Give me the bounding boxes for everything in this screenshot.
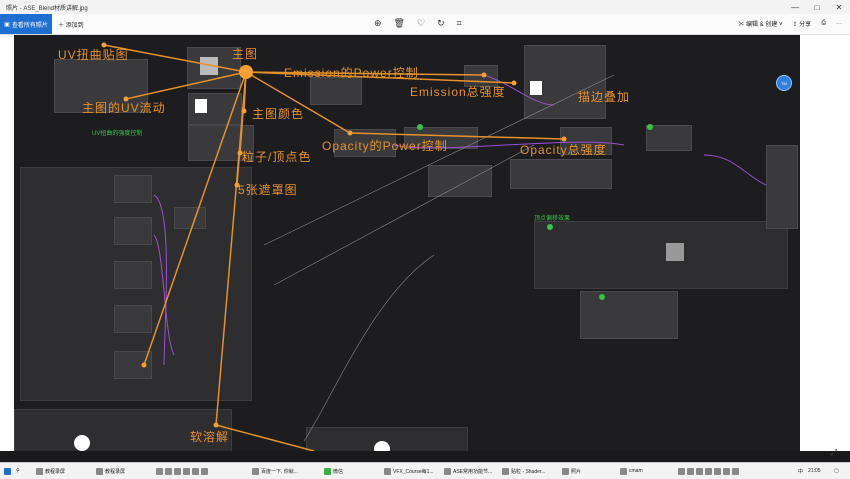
add-to-label: 添加到 (65, 23, 84, 29)
pinned-apps (156, 466, 208, 476)
right-tools: ✂ 编辑 & 创建 ˅ ⇪ 分享 ⎙ ··· (738, 19, 842, 28)
pointer-opacity-power (245, 71, 351, 134)
add-to-button[interactable]: ＋ 添加到 (58, 20, 84, 29)
share-button[interactable]: ⇪ 分享 (792, 19, 811, 28)
edit-create-button[interactable]: ✂ 编辑 & 创建 ˅ (738, 19, 782, 28)
more-button[interactable]: ··· (836, 21, 842, 27)
app-icon[interactable] (174, 467, 181, 475)
zoom-icon[interactable]: ⊕ (374, 18, 382, 29)
annotation-main-color: 主图颜色 (252, 107, 305, 121)
image-tools: ⊕ 🗑 ♡ ↻ ⌗ (374, 18, 462, 29)
taskbar-item-label: ASE常用功能节... (453, 468, 493, 475)
taskbar-item-label: 教程录屏 (105, 468, 126, 475)
taskbar-item-label: 教程录屏 (45, 468, 66, 475)
annotation-five-masks: 5张遮罩图 (238, 183, 298, 197)
clock[interactable]: 21:05 (808, 466, 821, 476)
windows-taskbar: ⚲ 教程录屏 教程录屏 百度一下, 你就... 微信 VFX_Course每1.… (0, 462, 850, 479)
taskbar-item-label: cmam (629, 468, 643, 474)
taskbar-item[interactable]: VFX_Course每1... (384, 466, 434, 476)
taskbar-item-label: 贴粒 - Shader... (511, 468, 546, 475)
rotate-icon[interactable]: ↻ (437, 18, 445, 29)
tray-icon[interactable] (732, 467, 739, 475)
notification-icon[interactable]: ▢ (834, 466, 839, 476)
view-all-label: 查看所有照片 (11, 22, 48, 29)
user-avatar-icon: TM (776, 75, 792, 91)
expand-icon[interactable]: ⤢ (830, 447, 837, 458)
view-all-photos-button[interactable]: ▣ 查看所有照片 (0, 14, 52, 34)
taskbar-item[interactable]: cmam (620, 466, 643, 476)
start-button[interactable] (4, 466, 11, 476)
tray-icon[interactable] (678, 467, 685, 475)
left-margin (0, 35, 14, 451)
share-label: 分享 (799, 22, 812, 28)
node-graph-image: TM UV扭曲贴图 主图 主图的UV流动 主图颜色 粒子/顶点色 5张遮罩图 E… (14, 35, 800, 451)
tray-icons (678, 466, 739, 476)
app-icon[interactable] (192, 467, 199, 475)
green-label-uv-strength: UV扭曲的强度控制 (92, 131, 143, 137)
annotation-opacity-total: Opacity总强度 (520, 143, 607, 157)
node-wires-gray (263, 74, 615, 442)
annotation-opacity-power: Opacity的Power控制 (322, 139, 448, 153)
right-margin (800, 35, 850, 451)
taskbar-item[interactable]: 微信 (324, 466, 343, 476)
close-button[interactable]: ✕ (828, 0, 850, 14)
annotation-lines (101, 42, 767, 451)
annotation-emission-power: Emission的Power控制 (284, 66, 419, 80)
pointer-main-uv (125, 71, 247, 100)
window-title: 照片 - ASE_Blend材质讲解.jpg (6, 6, 88, 12)
annotation-outline-add: 描边叠加 (578, 90, 631, 104)
taskbar-item-label: 照片 (571, 468, 582, 475)
pointer-soft-dissolve (215, 71, 247, 426)
print-icon[interactable]: ⎙ (821, 20, 826, 27)
edit-create-label: 编辑 & 创建 (745, 22, 778, 28)
pointer-soft-dissolve-2 (215, 424, 315, 451)
annotation-emission-total: Emission总强度 (410, 85, 506, 99)
hub-dot (239, 65, 253, 79)
taskbar-item[interactable]: 百度一下, 你就... (252, 466, 298, 476)
favorite-icon[interactable]: ♡ (417, 18, 425, 29)
tray-icon[interactable] (687, 467, 694, 475)
annotation-main-tex: 主图 (232, 47, 259, 61)
crop-icon[interactable]: ⌗ (457, 18, 462, 29)
taskbar-item[interactable]: ASE常用功能节... (444, 466, 492, 476)
taskbar-item[interactable]: 贴粒 - Shader... (502, 466, 545, 476)
taskbar-item[interactable]: 教程录屏 (96, 466, 125, 476)
app-icon[interactable] (183, 467, 190, 475)
annotation-main-uv-flow: 主图的UV流动 (82, 101, 166, 115)
taskbar-item-label: 百度一下, 你就... (261, 468, 298, 475)
green-label-vertex-offset: 顶点偏移效果 (534, 216, 571, 222)
window-controls: — □ ✕ (784, 0, 850, 14)
tray-icon[interactable] (696, 467, 703, 475)
search-icon[interactable]: ⚲ (16, 466, 20, 476)
minimize-button[interactable]: — (784, 0, 806, 14)
app-icon[interactable] (201, 467, 208, 475)
taskbar-item[interactable]: 教程录屏 (36, 466, 65, 476)
taskbar-item[interactable]: 照片 (562, 466, 581, 476)
taskbar-item-label: VFX_Course每1... (393, 468, 434, 475)
ime-indicator[interactable]: 中 (798, 466, 803, 476)
photos-toolbar: ▣ 查看所有照片 ＋ 添加到 ⊕ 🗑 ♡ ↻ ⌗ ✂ 编辑 & 创建 ˅ ⇪ 分… (0, 14, 850, 35)
annotation-uv-distort: UV扭曲贴图 (58, 48, 129, 62)
tray-icon[interactable] (705, 467, 712, 475)
maximize-button[interactable]: □ (806, 0, 828, 14)
title-bar: 照片 - ASE_Blend材质讲解.jpg — □ ✕ (0, 0, 850, 14)
app-icon[interactable] (156, 467, 163, 475)
photos-icon: ▣ (4, 21, 10, 28)
annotation-particle-vertex: 粒子/顶点色 (242, 150, 312, 164)
app-icon[interactable] (165, 467, 172, 475)
pointer-dots (101, 42, 567, 428)
annotation-soft-dissolve: 软溶解 (190, 430, 230, 444)
tray-icon[interactable] (714, 467, 721, 475)
taskbar-item-label: 微信 (333, 468, 344, 475)
delete-icon[interactable]: 🗑 (394, 18, 405, 29)
tray-icon[interactable] (723, 467, 730, 475)
node-wires (153, 74, 767, 366)
